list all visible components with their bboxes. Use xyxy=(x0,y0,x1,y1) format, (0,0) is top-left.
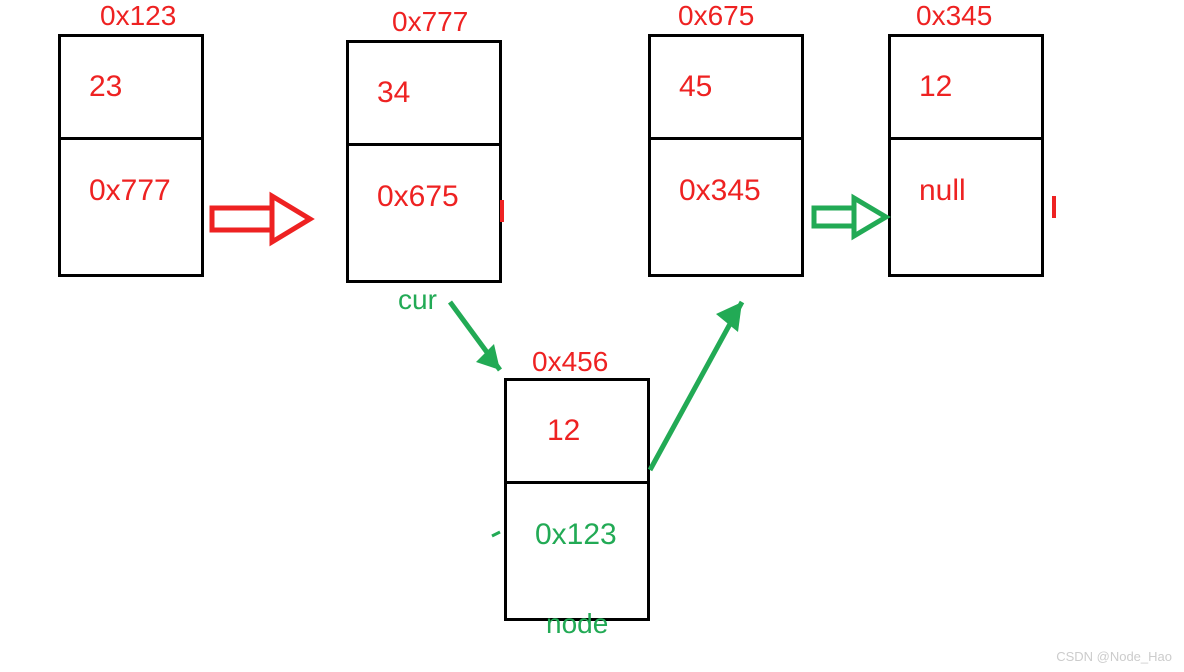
arrow-node-to-n3 xyxy=(650,302,742,470)
node-2-data: 34 xyxy=(349,43,499,146)
node-3-next: 0x345 xyxy=(651,140,801,274)
node-5-data: 12 xyxy=(507,381,647,484)
arrow-cur-to-node xyxy=(450,302,500,370)
arrow-n3-n4 xyxy=(814,198,886,236)
cur-label: cur xyxy=(398,284,437,316)
address-n4: 0x345 xyxy=(916,0,992,32)
address-n2: 0x777 xyxy=(392,6,468,38)
node-5-next: 0x123 xyxy=(507,484,647,618)
address-n1: 0x123 xyxy=(100,0,176,32)
node-1: 23 0x777 xyxy=(58,34,204,277)
node-4-next: null xyxy=(891,140,1041,274)
tick-mark xyxy=(492,532,500,536)
cursor-mark-n2 xyxy=(500,200,504,222)
node-5: 12 0x123 xyxy=(504,378,650,621)
node-4: 12 null xyxy=(888,34,1044,277)
address-n3: 0x675 xyxy=(678,0,754,32)
cursor-mark-n4 xyxy=(1052,196,1056,218)
arrow-n1-n2 xyxy=(212,196,310,242)
address-n5: 0x456 xyxy=(532,346,608,378)
node-1-next: 0x777 xyxy=(61,140,201,274)
node-4-data: 12 xyxy=(891,37,1041,140)
node-3: 45 0x345 xyxy=(648,34,804,277)
node-label: node xyxy=(546,608,608,640)
node-2-next: 0x675 xyxy=(349,146,499,280)
watermark: CSDN @Node_Hao xyxy=(1056,649,1172,664)
node-2: 34 0x675 xyxy=(346,40,502,283)
node-1-data: 23 xyxy=(61,37,201,140)
node-3-data: 45 xyxy=(651,37,801,140)
